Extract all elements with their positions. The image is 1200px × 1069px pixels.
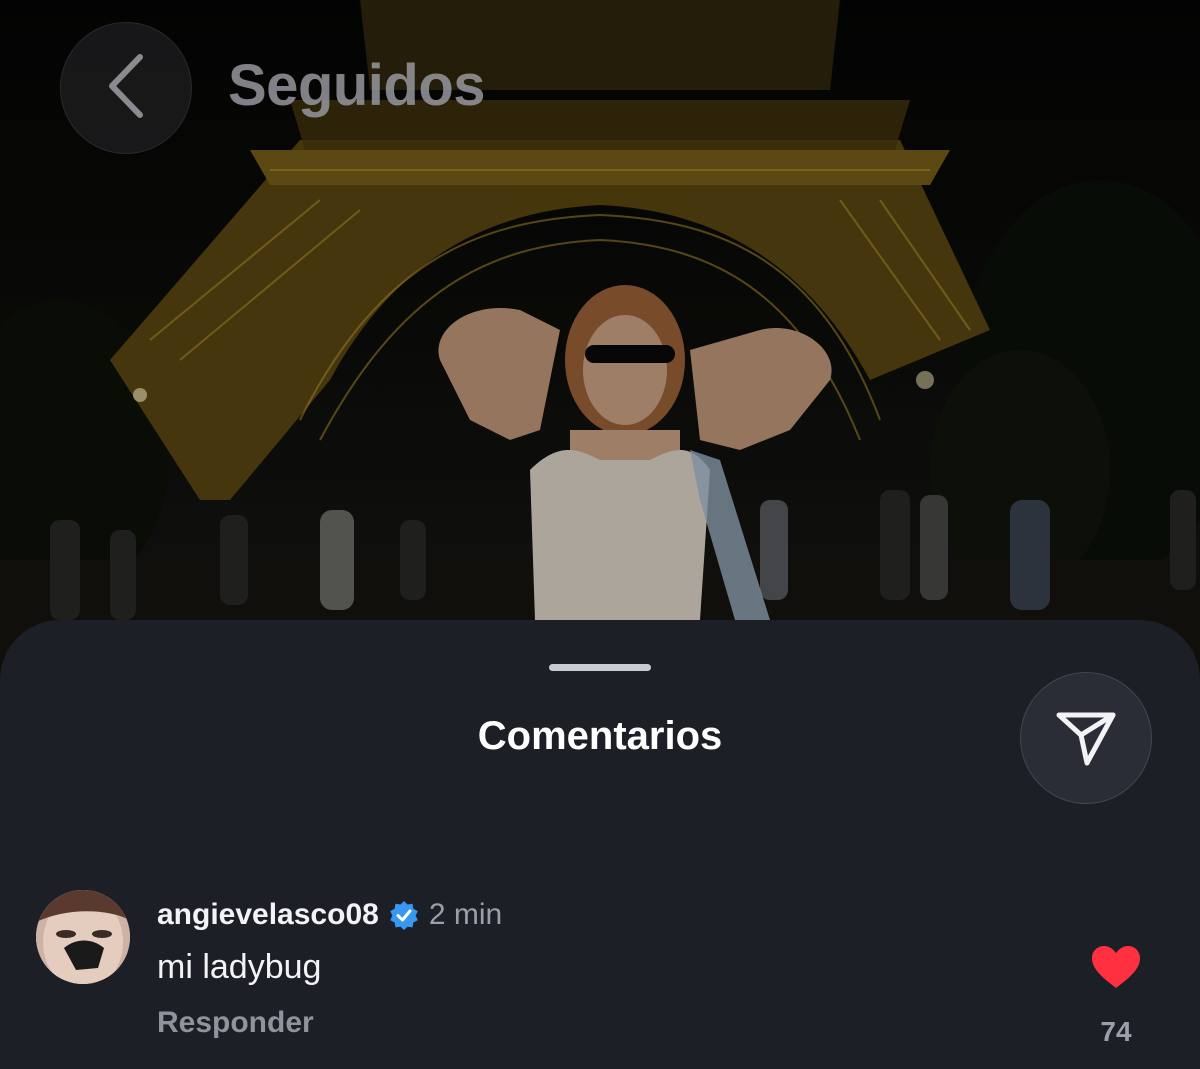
like-count: 74 bbox=[1100, 1016, 1132, 1047]
comment-username[interactable]: angievelasco08 bbox=[157, 898, 379, 932]
send-icon bbox=[1051, 701, 1121, 776]
comment-meta: angievelasco08 2 min bbox=[157, 898, 502, 932]
reply-button[interactable]: Responder bbox=[157, 1006, 314, 1040]
heart-icon bbox=[1090, 946, 1142, 994]
comments-sheet: Comentarios angievelasco08 2 min mi lady… bbox=[0, 620, 1200, 1069]
avatar[interactable] bbox=[36, 890, 130, 984]
like-button[interactable] bbox=[1090, 944, 1142, 990]
chevron-left-icon bbox=[104, 51, 148, 126]
back-button[interactable] bbox=[60, 22, 192, 154]
verified-badge-icon bbox=[389, 900, 419, 930]
comment-time: 2 min bbox=[428, 898, 503, 931]
header-title[interactable]: Seguidos bbox=[228, 52, 486, 119]
comment-item: angievelasco08 2 min mi ladybug Responde… bbox=[0, 882, 1200, 1069]
comment-text: mi ladybug bbox=[157, 948, 322, 986]
sheet-grabber[interactable] bbox=[549, 664, 651, 671]
share-button[interactable] bbox=[1020, 672, 1152, 804]
